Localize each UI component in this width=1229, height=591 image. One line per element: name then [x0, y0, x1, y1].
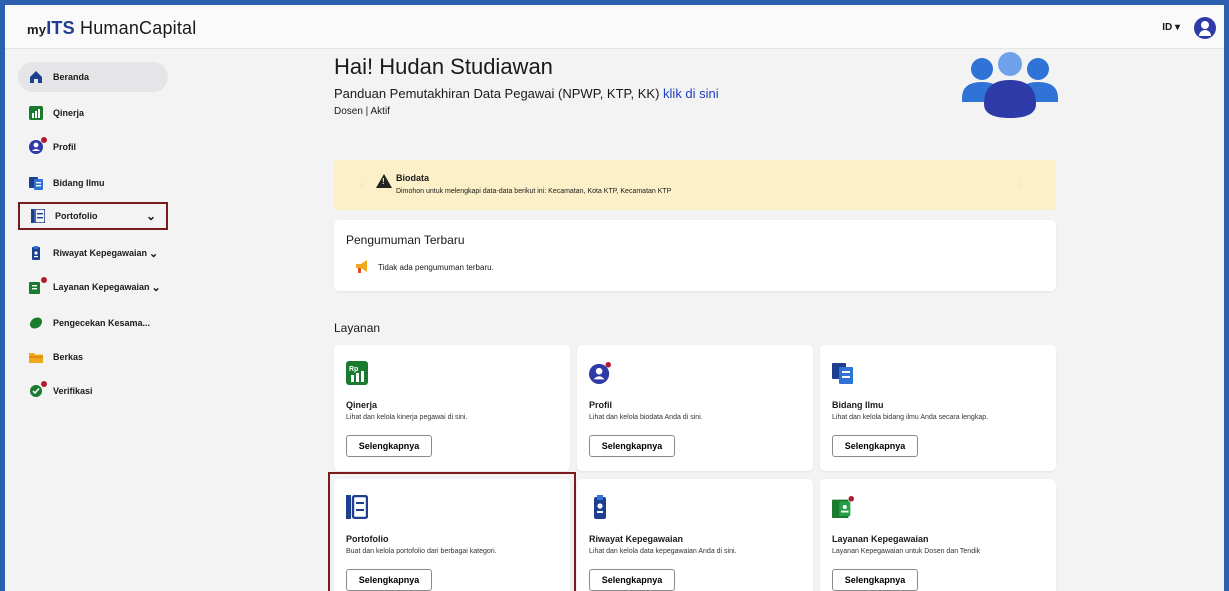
selengkapnya-button[interactable]: Selengkapnya	[832, 569, 918, 591]
folder-icon	[29, 350, 43, 364]
sidebar-item-beranda[interactable]: Beranda	[18, 62, 168, 92]
services-title: Layanan	[334, 321, 381, 335]
qinerja-icon: Rp	[346, 361, 368, 385]
bidang-ilmu-icon	[832, 363, 853, 384]
sidebar-item-berkas[interactable]: Berkas	[18, 342, 168, 372]
service-card-layanan-kepegawaian: Layanan Kepegawaian Layanan Kepegawaian …	[820, 479, 1056, 591]
selengkapnya-button[interactable]: Selengkapnya	[832, 435, 918, 457]
layanan-icon	[29, 277, 47, 294]
home-icon	[29, 70, 43, 84]
sidebar-item-pengecekan-kesamaan[interactable]: Pengecekan Kesama...	[18, 308, 168, 338]
chevron-down-icon: ⌄	[145, 209, 156, 223]
app-logo[interactable]: myITS HumanCapital	[27, 18, 196, 39]
leaf-icon	[29, 316, 43, 330]
notification-dot	[41, 137, 47, 143]
verification-icon	[29, 381, 47, 398]
chevron-left-icon[interactable]: ‹	[360, 176, 365, 194]
language-selector[interactable]: ID ▾	[1162, 22, 1180, 33]
layanan-icon	[832, 496, 854, 518]
chevron-down-icon: ⌄	[149, 247, 159, 260]
bidang-ilmu-icon	[29, 176, 43, 190]
sidebar-item-riwayat-kepegawaian[interactable]: Riwayat Kepegawaian ⌄	[18, 238, 168, 268]
service-card-riwayat-kepegawaian: Riwayat Kepegawaian Lihat dan kelola dat…	[577, 479, 813, 591]
warning-icon	[376, 174, 392, 188]
user-avatar-icon[interactable]	[1194, 17, 1216, 39]
profile-icon	[589, 362, 611, 384]
service-card-bidang-ilmu: Bidang Ilmu Lihat dan kelola bidang ilmu…	[820, 345, 1056, 471]
service-card-profil: Profil Lihat dan kelola biodata Anda di …	[577, 345, 813, 471]
service-card-qinerja: Rp Qinerja Lihat dan kelola kinerja pega…	[334, 345, 570, 471]
guide-text: Panduan Pemutakhiran Data Pegawai (NPWP,…	[334, 86, 719, 101]
biodata-alert: ‹ Biodata Dimohon untuk melengkapi data-…	[334, 160, 1056, 210]
badge-icon	[594, 495, 606, 519]
portfolio-icon	[31, 208, 46, 224]
employee-status: Dosen | Aktif	[334, 106, 390, 117]
sidebar-item-bidang-ilmu[interactable]: Bidang Ilmu	[18, 168, 168, 198]
greeting-title: Hai! Hudan Studiawan	[334, 54, 553, 79]
sidebar-item-portofolio[interactable]: Portofolio ⌄	[18, 202, 168, 230]
chevron-down-icon: ⌄	[151, 281, 161, 294]
sidebar-item-qinerja[interactable]: Qinerja	[18, 98, 168, 128]
announcement-card: Pengumuman Terbaru Tidak ada pengumuman …	[334, 220, 1056, 291]
notification-dot	[41, 277, 47, 283]
portfolio-highlight-box	[328, 472, 576, 591]
selengkapnya-button[interactable]: Selengkapnya	[589, 569, 675, 591]
notification-dot	[41, 381, 47, 387]
guide-link[interactable]: klik di sini	[663, 86, 719, 101]
selengkapnya-button[interactable]: Selengkapnya	[589, 435, 675, 457]
sidebar-item-verifikasi[interactable]: Verifikasi	[18, 376, 168, 406]
qinerja-icon	[29, 106, 43, 120]
sidebar-item-layanan-kepegawaian[interactable]: Layanan Kepegawaian ⌄	[18, 272, 168, 302]
megaphone-icon	[356, 260, 367, 273]
svg-text:Rp: Rp	[349, 366, 358, 373]
top-bar: myITS HumanCapital ID ▾	[5, 5, 1224, 49]
badge-icon	[29, 246, 43, 260]
selengkapnya-button[interactable]: Selengkapnya	[346, 435, 432, 457]
people-illustration-icon	[962, 52, 1058, 118]
profile-icon	[29, 137, 47, 154]
sidebar-item-profil[interactable]: Profil	[18, 132, 168, 162]
chevron-right-icon[interactable]: ›	[1018, 176, 1023, 194]
